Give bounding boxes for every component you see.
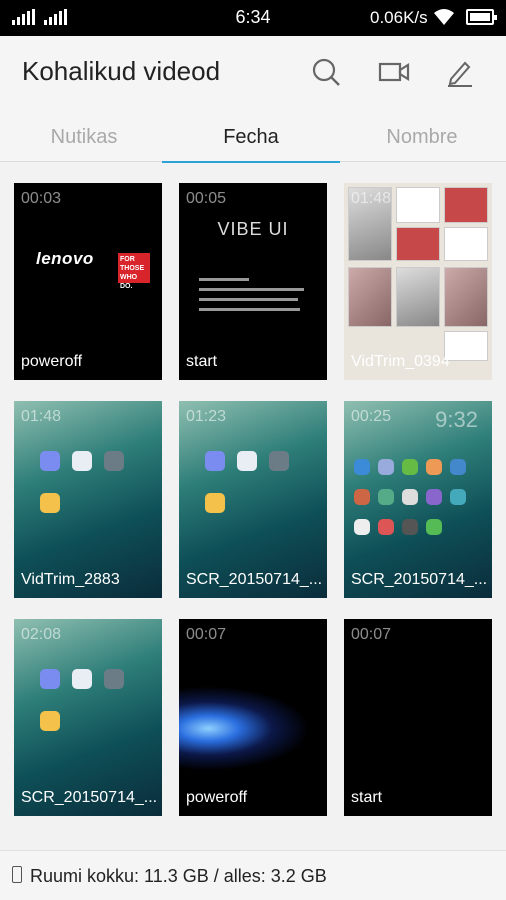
network-speed: 0.06K/s (370, 8, 428, 27)
notice-text-lines (199, 278, 309, 318)
storage-footer: Ruumi kokku: 11.3 GB / alles: 3.2 GB (0, 850, 506, 900)
video-camera-icon[interactable] (376, 54, 412, 90)
video-thumbnail (344, 183, 492, 380)
tab-nutikas[interactable]: Nutikas (0, 112, 168, 162)
video-grid: lenovo FOR THOSE WHO DO. 00:03 poweroff … (0, 163, 506, 835)
phone-icon (12, 866, 22, 883)
video-tile[interactable]: 01:23 SCR_20150714_... (179, 401, 327, 598)
vibe-ui-text: VIBE UI (217, 219, 289, 239)
video-duration: 01:48 (21, 408, 62, 425)
video-tile[interactable]: VIBE UI 00:05 start (179, 183, 327, 380)
status-bar: 6:34 0.06K/s (0, 0, 506, 36)
video-duration: 01:23 (186, 408, 227, 425)
video-thumbnail (344, 619, 492, 816)
video-name: SCR_20150714_... (186, 571, 323, 588)
video-tile[interactable]: 00:07 poweroff (179, 619, 327, 816)
video-name: SCR_20150714_... (21, 789, 158, 806)
video-name: VidTrim_0394 (351, 353, 450, 370)
video-tile[interactable]: 01:48 VidTrim_2883 (14, 401, 162, 598)
video-duration: 02:08 (21, 626, 62, 643)
video-name: poweroff (21, 353, 83, 370)
battery-icon (466, 9, 497, 25)
video-tile[interactable]: 00:07 start (344, 619, 492, 816)
video-thumbnail (179, 401, 327, 598)
lenovo-badge: FOR THOSE WHO DO. (118, 253, 150, 290)
thumb-clock: 9:32 (435, 407, 478, 432)
status-time: 6:34 (235, 7, 271, 27)
video-duration: 00:25 (351, 408, 392, 425)
video-name: SCR_20150714_... (351, 571, 488, 588)
tab-nombre[interactable]: Nombre (338, 112, 506, 162)
edit-icon[interactable] (442, 54, 478, 90)
video-tile[interactable]: 9:32 00:25 SCR_20150714_... (344, 401, 492, 598)
video-name: poweroff (186, 789, 248, 806)
video-tile[interactable]: lenovo FOR THOSE WHO DO. 00:03 poweroff (14, 183, 162, 380)
lenovo-logo: lenovo (36, 249, 94, 268)
app-header: Kohalikud videod (0, 36, 506, 112)
video-thumbnail: VIBE UI (179, 183, 327, 380)
video-duration: 01:48 (351, 190, 392, 207)
video-tile[interactable]: 02:08 SCR_20150714_... (14, 619, 162, 816)
video-thumbnail: lenovo FOR THOSE WHO DO. (14, 183, 162, 380)
video-thumbnail: 9:32 (344, 401, 492, 598)
search-icon[interactable] (308, 54, 344, 90)
video-thumbnail (179, 619, 327, 816)
wifi-icon (434, 9, 454, 25)
video-duration: 00:05 (186, 190, 227, 207)
video-duration: 00:07 (186, 626, 227, 643)
sort-tabs: Nutikas Fecha Nombre (0, 112, 506, 163)
video-duration: 00:03 (21, 190, 62, 207)
page-title: Kohalikud videod (22, 56, 221, 86)
video-duration: 00:07 (351, 626, 392, 643)
tab-fecha[interactable]: Fecha (162, 112, 340, 163)
video-thumbnail (14, 619, 162, 816)
video-name: VidTrim_2883 (21, 571, 120, 588)
storage-info: Ruumi kokku: 11.3 GB / alles: 3.2 GB (30, 866, 327, 886)
video-thumbnail (14, 401, 162, 598)
video-name: start (351, 789, 383, 806)
video-name: start (186, 353, 218, 370)
video-tile[interactable]: 01:48 VidTrim_0394 (344, 183, 492, 380)
